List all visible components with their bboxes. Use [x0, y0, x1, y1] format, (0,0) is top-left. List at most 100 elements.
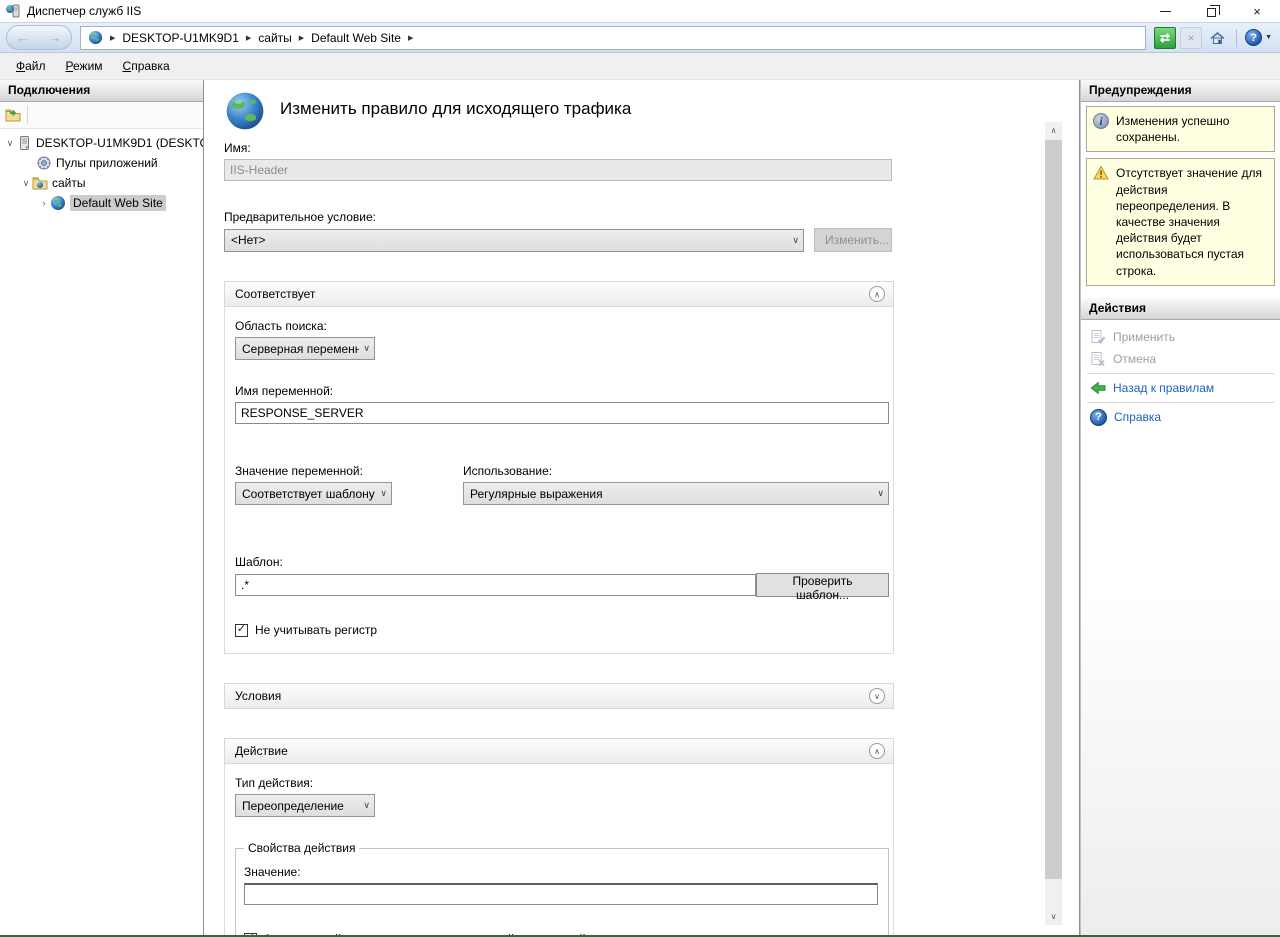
actions-divider	[1087, 373, 1274, 374]
back-icon[interactable]: ←	[17, 30, 30, 45]
variable-value-field: Значение переменной: Соответствует шабло…	[235, 464, 463, 505]
apply-label: Применить	[1113, 330, 1175, 344]
tree-collapsed-icon[interactable]: ›	[38, 198, 50, 208]
breadcrumb-server[interactable]: DESKTOP-U1MK9D1	[122, 31, 238, 45]
tree-item-default-web-site[interactable]: › Default Web Site	[0, 193, 203, 213]
cancel-label: Отмена	[1113, 352, 1156, 366]
menu-bar: Файл Режим Справка	[0, 53, 1280, 80]
precondition-label: Предварительное условие:	[224, 210, 894, 224]
action-properties-group: Свойства действия Значение: ✓ Заменить д…	[235, 841, 889, 935]
conditions-section: Условия ∨	[224, 683, 894, 709]
name-input[interactable]	[224, 159, 892, 181]
window-title: Диспетчер служб IIS	[27, 4, 141, 18]
tree-item-app-pools[interactable]: Пулы приложений	[0, 153, 203, 173]
ignore-case-checkbox[interactable]: ✓ Не учитывать регистр	[235, 623, 883, 637]
forward-icon[interactable]: →	[49, 30, 62, 45]
close-button[interactable]: ×	[1234, 0, 1280, 22]
breadcrumb[interactable]: ▶ DESKTOP-U1MK9D1 ▶ сайты ▶ Default Web …	[80, 26, 1146, 50]
menu-file[interactable]: Файл	[6, 55, 56, 77]
scope-label: Область поиска:	[235, 319, 883, 333]
vertical-scrollbar[interactable]: ∧ ∨	[1045, 122, 1062, 925]
breadcrumb-separator-icon: ▶	[246, 34, 251, 42]
connections-header: Подключения	[0, 80, 203, 102]
tree-item-server[interactable]: ∨ DESKTOP-U1MK9D1 (DESKTOP	[0, 133, 203, 153]
variable-name-input[interactable]	[235, 402, 889, 424]
precondition-select[interactable]: <Нет> ∨	[224, 229, 804, 252]
chevron-down-icon: ∨	[792, 235, 799, 246]
breadcrumb-separator-icon: ▶	[408, 34, 413, 42]
breadcrumb-sites[interactable]: сайты	[258, 31, 292, 45]
minimize-button[interactable]	[1142, 0, 1188, 22]
action-section-title: Действие	[235, 744, 869, 758]
menu-help[interactable]: Справка	[113, 55, 180, 77]
usage-select[interactable]: Регулярные выражения ∨	[463, 482, 889, 505]
info-icon: i	[1093, 113, 1109, 129]
titlebar: Диспетчер служб IIS ×	[0, 0, 1280, 22]
pattern-input[interactable]	[235, 574, 756, 596]
back-to-rules-label: Назад к правилам	[1113, 381, 1214, 395]
replace-value-checkbox[interactable]: ✓ Заменить действующее значение серверно…	[244, 932, 880, 935]
conditions-section-header[interactable]: Условия ∨	[224, 683, 894, 709]
stop-icon[interactable]: ×	[1180, 27, 1202, 49]
expand-section-icon[interactable]: ∨	[869, 688, 885, 704]
scroll-up-icon[interactable]: ∧	[1045, 122, 1062, 139]
collapse-section-icon[interactable]: ∧	[869, 286, 885, 302]
change-precondition-button[interactable]: Изменить...	[814, 228, 892, 252]
usage-field: Использование: Регулярные выражения ∨	[463, 464, 889, 505]
apply-icon	[1090, 329, 1106, 345]
tree-expanded-icon[interactable]: ∨	[20, 178, 32, 189]
scroll-down-icon[interactable]: ∨	[1045, 908, 1062, 925]
match-section-title: Соответствует	[235, 287, 869, 301]
warning-alert-text: Отсутствует значение для действия переоп…	[1116, 165, 1268, 278]
collapse-section-icon[interactable]: ∧	[869, 743, 885, 759]
right-panel: Предупреждения i Изменения успешно сохра…	[1080, 80, 1280, 935]
value-input[interactable]	[244, 883, 878, 905]
restore-button[interactable]	[1188, 0, 1234, 22]
action-type-select[interactable]: Переопределение ∨	[235, 794, 375, 817]
iis-manager-window: Диспетчер служб IIS × ← → ▶ DESKTOP-U1MK…	[0, 0, 1280, 937]
close-icon: ×	[1253, 5, 1261, 18]
chevron-down-icon: ∨	[363, 343, 370, 354]
sites-folder-icon	[32, 175, 48, 191]
tree-item-sites[interactable]: ∨ сайты	[0, 173, 203, 193]
test-pattern-button[interactable]: Проверить шаблон...	[756, 573, 889, 597]
info-alert: i Изменения успешно сохранены.	[1086, 106, 1275, 152]
match-section: Соответствует ∧ Область поиска: Серверна…	[224, 281, 894, 654]
warning-alert: Отсутствует значение для действия переоп…	[1086, 158, 1275, 285]
save-connection-icon[interactable]	[5, 107, 21, 123]
actions-divider	[1087, 402, 1274, 403]
alerts-header: Предупреждения	[1081, 80, 1280, 102]
menu-mode[interactable]: Режим	[56, 55, 113, 77]
help-label: Справка	[1114, 410, 1161, 424]
chevron-down-icon: ∨	[380, 488, 387, 499]
action-type-label: Тип действия:	[235, 776, 883, 790]
action-properties-legend: Свойства действия	[244, 841, 359, 855]
apply-button[interactable]: Применить	[1081, 326, 1280, 348]
scrollbar-thumb[interactable]	[1045, 140, 1062, 879]
help-link[interactable]: ? Справка	[1081, 406, 1280, 429]
actions-list: Применить Отмена Назад к правилам	[1081, 320, 1280, 429]
back-to-rules-link[interactable]: Назад к правилам	[1081, 377, 1280, 399]
cancel-button[interactable]: Отмена	[1081, 348, 1280, 370]
checkbox-checked-icon[interactable]: ✓	[235, 624, 248, 637]
action-section-body: Тип действия: Переопределение ∨ Свойства…	[224, 764, 894, 935]
match-section-header[interactable]: Соответствует ∧	[224, 281, 894, 307]
actions-header: Действия	[1081, 298, 1280, 320]
page-title: Изменить правило для исходящего трафика	[280, 99, 631, 119]
toolbar-divider	[1236, 29, 1237, 47]
rule-editor-panel: Изменить правило для исходящего трафика …	[204, 80, 1080, 935]
page-header: Изменить правило для исходящего трафика	[224, 90, 894, 135]
info-alert-text: Изменения успешно сохранены.	[1116, 113, 1268, 145]
checkbox-checked-icon[interactable]: ✓	[244, 933, 257, 936]
home-icon[interactable]	[1206, 27, 1228, 49]
action-section-header[interactable]: Действие ∧	[224, 738, 894, 764]
help-menu-button[interactable]: ? ▼	[1245, 29, 1272, 46]
restart-icon[interactable]: ⇄	[1154, 27, 1176, 49]
variable-value-select[interactable]: Соответствует шаблону ∨	[235, 482, 392, 505]
usage-label: Использование:	[463, 464, 889, 478]
breadcrumb-site[interactable]: Default Web Site	[311, 31, 401, 45]
address-bar: ← → ▶ DESKTOP-U1MK9D1 ▶ сайты ▶ Default …	[0, 22, 1280, 53]
tree-expanded-icon[interactable]: ∨	[4, 138, 16, 149]
scope-select[interactable]: Серверная переменн ∨	[235, 337, 375, 360]
pattern-label: Шаблон:	[235, 555, 883, 569]
